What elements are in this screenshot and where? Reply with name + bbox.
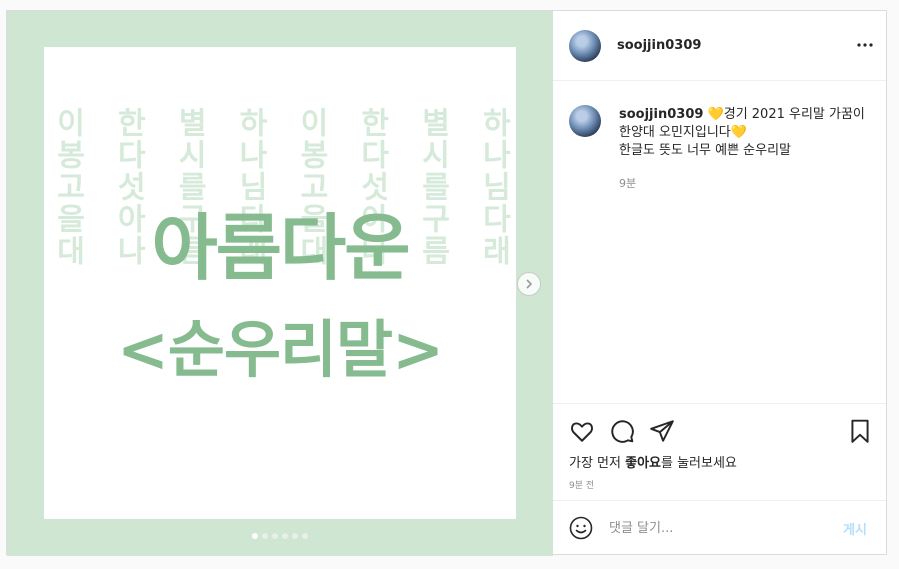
caption-text: soojjin0309 💛경기 2021 우리말 가꿈이 한양대 오민지입니다💛… — [619, 106, 869, 160]
chevron-right-icon — [526, 279, 533, 289]
more-options-button[interactable] — [853, 35, 877, 55]
slide-dot — [262, 533, 268, 539]
smiley-icon — [569, 516, 593, 540]
yellow-heart-emoji: 💛 — [730, 125, 747, 140]
slide-dot — [292, 533, 298, 539]
comment-bar: 게시 — [553, 500, 886, 554]
bookmark-icon — [851, 419, 869, 443]
slide-dot — [272, 533, 278, 539]
share-button[interactable] — [649, 418, 675, 444]
caption-line2: 한글도 뜻도 너무 예쁜 순우리말 — [619, 143, 792, 158]
likes-suffix: 를 눌러보세요 — [661, 456, 737, 471]
next-slide-button[interactable] — [517, 272, 541, 296]
media-slide: 이봉고을대 한다섯아나 별시를구름 하나님다래 이봉고을대 한다섯아나 별시를구… — [44, 47, 516, 519]
more-horizontal-icon — [857, 43, 873, 47]
yellow-heart-emoji: 💛 — [707, 107, 724, 122]
avatar[interactable] — [569, 105, 601, 137]
comment-icon — [611, 420, 634, 443]
instagram-post: 이봉고을대 한다섯아나 별시를구름 하나님다래 이봉고을대 한다섯아나 별시를구… — [6, 10, 887, 556]
slide-indicator — [7, 533, 553, 539]
media-title-line2: <순우리말> — [116, 313, 444, 386]
slide-dot — [282, 533, 288, 539]
send-icon — [650, 420, 674, 442]
likes-prefix: 가장 먼저 — [569, 456, 626, 471]
comment-input[interactable] — [609, 517, 829, 539]
post-comment-button[interactable]: 게시 — [843, 519, 867, 538]
post-media: 이봉고을대 한다섯아나 별시를구름 하나님다래 이봉고을대 한다섯아나 별시를구… — [7, 11, 553, 556]
slide-dot — [252, 533, 258, 539]
like-button[interactable] — [569, 418, 595, 444]
likes-link[interactable]: 좋아요 — [625, 456, 661, 471]
post-caption: soojjin0309 💛경기 2021 우리말 가꿈이 한양대 오민지입니다💛… — [553, 81, 886, 403]
likes-text: 가장 먼저 좋아요를 눌러보세요 — [569, 452, 737, 471]
save-button[interactable] — [847, 418, 873, 444]
emoji-button[interactable] — [569, 516, 593, 540]
avatar[interactable] — [569, 30, 601, 62]
slide-dot — [302, 533, 308, 539]
heart-icon — [571, 422, 593, 442]
post-header: soojjin0309 — [553, 11, 886, 81]
post-sidebar: soojjin0309 soojjin0309 💛경기 2021 우리말 가꿈이… — [553, 11, 886, 554]
media-title-line1: 아름다운 — [151, 206, 411, 290]
header-username[interactable]: soojjin0309 — [617, 38, 701, 53]
action-bar: 가장 먼저 좋아요를 눌러보세요 9분 전 — [553, 403, 886, 503]
comment-button[interactable] — [609, 418, 635, 444]
caption-time: 9분 — [619, 177, 637, 190]
caption-username[interactable]: soojjin0309 — [619, 107, 703, 122]
post-time[interactable]: 9분 전 — [569, 478, 594, 491]
